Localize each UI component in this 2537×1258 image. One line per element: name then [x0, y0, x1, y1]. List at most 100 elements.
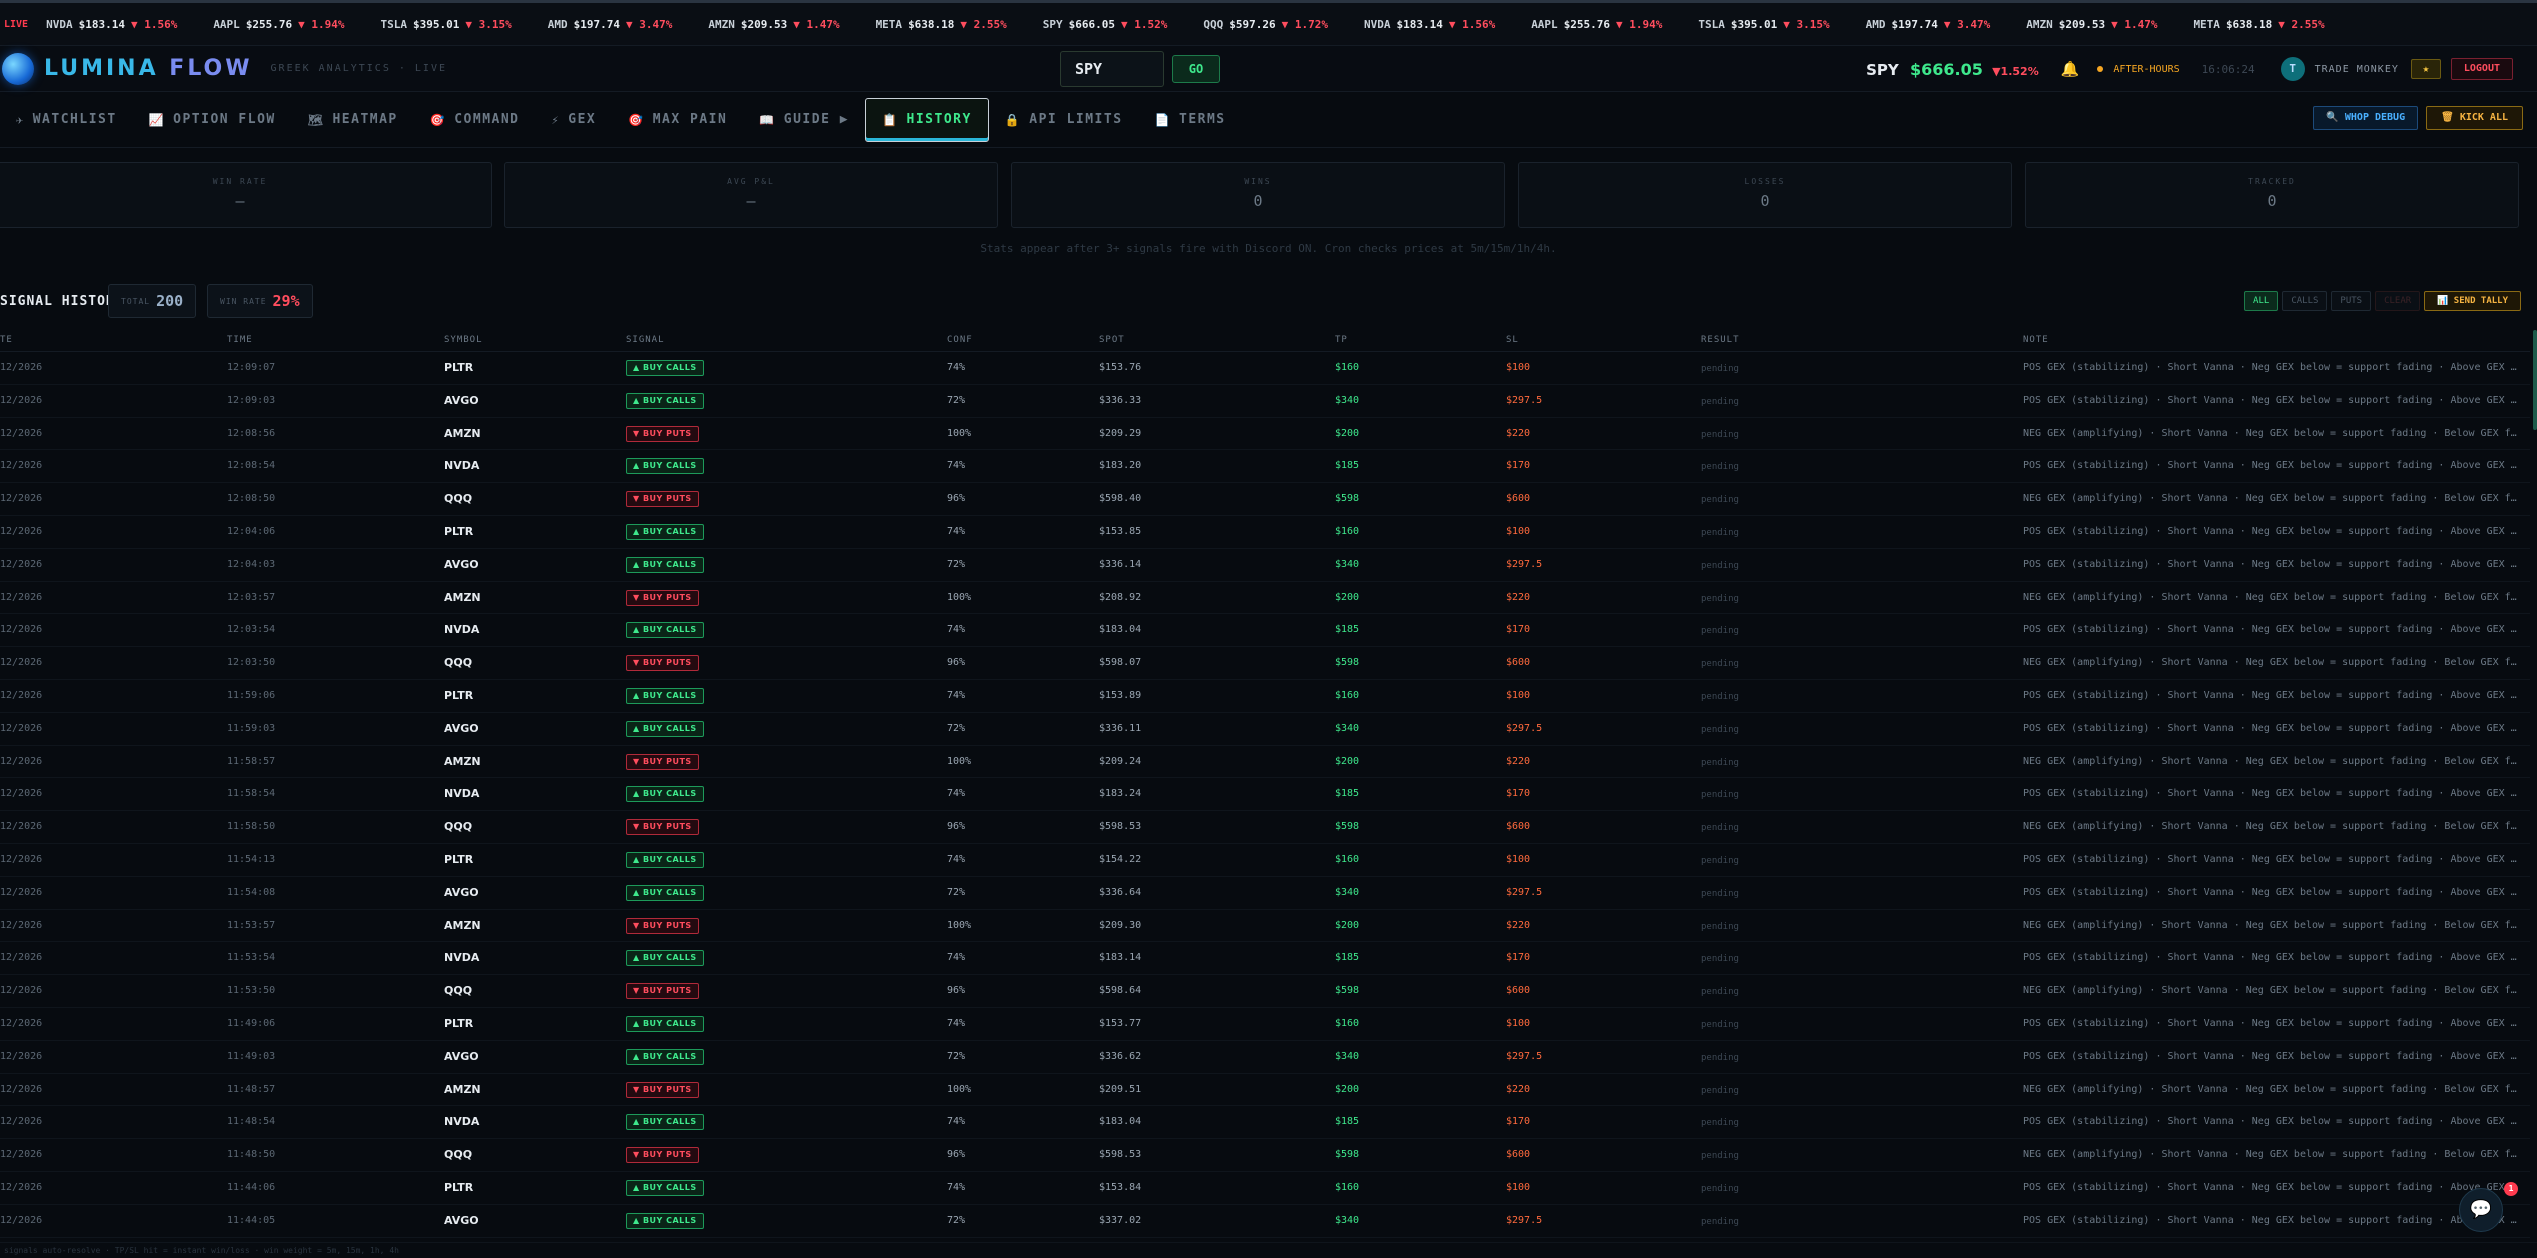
logout-button[interactable]: LOGOUT — [2450, 58, 2513, 80]
go-button[interactable]: GO — [1172, 55, 1220, 83]
table-row[interactable]: 12/2026 12:08:50 QQQ ▼ BUY PUTS 96% $598.40 $5… — [0, 483, 2530, 516]
chat-button[interactable]: 💬 — [2459, 1188, 2503, 1232]
tab-history[interactable]: 📋 HISTORY — [865, 97, 989, 142]
kick-all-button[interactable]: 🗑 KICK ALL — [2426, 106, 2523, 130]
table-row[interactable]: 12/2026 12:04:06 PLTR ▲ BUY CALLS 74% $153.85… — [0, 516, 2530, 549]
cell-spot: $209.24 — [1099, 755, 1142, 767]
table-row[interactable]: 12/2026 11:54:08 AVGO ▲ BUY CALLS 72% $336.64… — [0, 877, 2530, 910]
cell-tp: $340 — [1335, 558, 1360, 570]
ticker-symbol: NVDA — [1363, 17, 1391, 31]
table-row[interactable]: 12/2026 11:48:50 QQQ ▼ BUY PUTS 96% $598.53 $5… — [0, 1139, 2530, 1172]
cell-sl: $297.5 — [1506, 1050, 1543, 1062]
tab-gex[interactable]: ⚡ GEX — [536, 98, 613, 142]
table-row[interactable]: 12/2026 11:59:03 AVGO ▲ BUY CALLS 72% $336.11… — [0, 713, 2530, 746]
col-tp[interactable]: TP — [1335, 335, 1348, 345]
table-row[interactable]: 12/2026 11:54:13 PLTR ▲ BUY CALLS 74% $154.22… — [0, 844, 2530, 877]
table-row[interactable]: 12/2026 12:03:54 NVDA ▲ BUY CALLS 74% $183.04… — [0, 614, 2530, 648]
tab-max-pain[interactable]: 🎯 MAX PAIN — [612, 98, 743, 142]
col-result[interactable]: RESULT — [1701, 335, 1740, 345]
ticker-item[interactable]: AAPL $255.76 ▼ 1.94% — [1531, 18, 1662, 31]
table-row[interactable]: 12/2026 12:08:56 AMZN ▼ BUY PUTS 100% $209.29… — [0, 418, 2530, 451]
table-row[interactable]: 12/2026 12:03:50 QQQ ▼ BUY PUTS 96% $598.07 $5… — [0, 647, 2530, 680]
col-sl[interactable]: SL — [1506, 335, 1519, 345]
table-row[interactable]: 12/2026 11:58:57 AMZN ▼ BUY PUTS 100% $209.24… — [0, 746, 2530, 779]
ticker-item[interactable]: TSLA $395.01 ▼ 3.15% — [381, 18, 512, 31]
tab-guide[interactable]: 📖 GUIDE ▶ — [743, 98, 865, 142]
table-row[interactable]: 12/2026 12:09:07 PLTR ▲ BUY CALLS 74% $153.76… — [0, 352, 2530, 385]
ticker-price: $666.05 — [1068, 17, 1116, 31]
tab-api-limits[interactable]: 🔒 API LIMITS — [989, 98, 1139, 142]
col-signal[interactable]: SIGNAL — [626, 335, 665, 345]
ticker-change: ▼ 1.72% — [1281, 17, 1328, 31]
table-row[interactable]: 12/2026 12:09:03 AVGO ▲ BUY CALLS 72% $336.33… — [0, 385, 2530, 418]
col-time[interactable]: TIME — [227, 335, 253, 345]
table-row[interactable]: 12/2026 11:53:50 QQQ ▼ BUY PUTS 96% $598.64 $5… — [0, 975, 2530, 1008]
cell-spot: $598.40 — [1099, 493, 1142, 505]
ticker-price: $597.26 — [1229, 17, 1276, 31]
quote-price: $666.05 — [1909, 59, 1983, 79]
cell-time: 11:49:03 — [227, 1050, 276, 1062]
table-row[interactable]: 12/2026 11:53:57 AMZN ▼ BUY PUTS 100% $209.30… — [0, 910, 2530, 943]
ticker-item[interactable]: TSLA $395.01 ▼ 3.15% — [1698, 18, 1829, 31]
session-status: AFTER-HOURS — [2113, 63, 2180, 75]
ticker-item[interactable]: META $638.18 ▼ 2.55% — [2193, 18, 2324, 31]
scrollbar[interactable] — [2533, 330, 2537, 430]
bell-icon[interactable]: 🔔 — [2061, 60, 2080, 78]
tab-heatmap[interactable]: 🗺 HEATMAP — [292, 98, 414, 142]
table-row[interactable]: 12/2026 12:08:54 NVDA ▲ BUY CALLS 74% $183.20… — [0, 450, 2530, 484]
filter-puts-button[interactable]: PUTS — [2331, 291, 2372, 311]
ticker-item[interactable]: SPY $666.05 ▼ 1.52% — [1043, 18, 1168, 31]
ticker-item[interactable]: AMZN $209.53 ▼ 1.47% — [708, 18, 839, 31]
table-row[interactable]: 12/2026 11:53:54 NVDA ▲ BUY CALLS 74% $183.14… — [0, 942, 2530, 976]
cell-symbol: AVGO — [444, 1213, 479, 1227]
ticker-item[interactable]: META $638.18 ▼ 2.55% — [876, 18, 1007, 31]
col-conf[interactable]: CONF — [947, 335, 973, 345]
cell-tp: $200 — [1335, 591, 1360, 603]
cell-spot: $209.29 — [1099, 427, 1142, 439]
stat-value: 0 — [2267, 192, 2277, 210]
cell-date: 12/2026 — [0, 394, 43, 406]
whop-debug-button[interactable]: 🔍 WHOP DEBUG — [2313, 106, 2419, 130]
table-row[interactable]: 12/2026 11:44:05 AVGO ▲ BUY CALLS 72% $337.02… — [0, 1205, 2530, 1238]
send-tally-button[interactable]: 📊 SEND TALLY — [2424, 291, 2521, 311]
table-row[interactable]: 12/2026 11:48:57 AMZN ▼ BUY PUTS 100% $209.51… — [0, 1074, 2530, 1107]
ticker-symbol: TSLA — [1698, 17, 1725, 31]
cell-tp: $340 — [1335, 886, 1360, 898]
table-row[interactable]: 12/2026 11:49:03 AVGO ▲ BUY CALLS 72% $336.62… — [0, 1041, 2530, 1074]
ticker-item[interactable]: AMZN $209.53 ▼ 1.47% — [2026, 18, 2157, 31]
ticker-item[interactable]: AMD $197.74 ▼ 3.47% — [548, 18, 673, 31]
cell-note: POS GEX (stabilizing) · Short Vanna · Ne… — [2023, 394, 2518, 406]
cell-conf: 100% — [947, 591, 972, 603]
filter-all-button[interactable]: ALL — [2244, 291, 2279, 311]
col-spot[interactable]: SPOT — [1099, 335, 1125, 345]
table-row[interactable]: 12/2026 11:44:06 PLTR ▲ BUY CALLS 74% $153.84… — [0, 1172, 2530, 1205]
col-symbol[interactable]: SYMBOL — [444, 335, 483, 345]
symbol-search-input[interactable] — [1060, 51, 1164, 87]
ticker-item[interactable]: NVDA $183.14 ▼ 1.56% — [46, 18, 177, 31]
table-row[interactable]: 12/2026 11:48:54 NVDA ▲ BUY CALLS 74% $183.04… — [0, 1106, 2530, 1140]
table-row[interactable]: 12/2026 12:04:03 AVGO ▲ BUY CALLS 72% $336.14… — [0, 549, 2530, 582]
cell-result: pending — [1701, 856, 1739, 866]
ticker-item[interactable]: AMD $197.74 ▼ 3.47% — [1866, 18, 1991, 31]
tab-command[interactable]: 🎯 COMMAND — [414, 98, 536, 142]
tab-terms[interactable]: 📄 TERMS — [1139, 98, 1242, 142]
avatar[interactable]: T — [2280, 57, 2305, 81]
app-logo[interactable]: LUMINA FLOW — [44, 56, 253, 81]
tab-option-flow[interactable]: 📈 OPTION FLOW — [133, 98, 292, 142]
table-row[interactable]: 12/2026 11:59:06 PLTR ▲ BUY CALLS 74% $153.89… — [0, 680, 2530, 713]
col-note[interactable]: NOTE — [2023, 335, 2049, 345]
filter-calls-button[interactable]: CALLS — [2282, 291, 2328, 311]
cell-date: 12/2026 — [0, 755, 43, 767]
table-row[interactable]: 12/2026 11:58:50 QQQ ▼ BUY PUTS 96% $598.53 $5… — [0, 811, 2530, 844]
signal-badge: ▲ BUY CALLS — [626, 392, 704, 409]
table-row[interactable]: 12/2026 11:49:06 PLTR ▲ BUY CALLS 74% $153.77… — [0, 1008, 2530, 1041]
ticker-item[interactable]: QQQ $597.26 ▼ 1.72% — [1203, 18, 1328, 31]
ticker-item[interactable]: NVDA $183.14 ▼ 1.56% — [1364, 18, 1495, 31]
star-button[interactable]: ★ — [2410, 59, 2441, 79]
tab-watchlist[interactable]: ✈ WATCHLIST — [0, 98, 133, 142]
table-row[interactable]: 12/2026 11:58:54 NVDA ▲ BUY CALLS 74% $183.24… — [0, 778, 2530, 812]
col-date[interactable]: TE — [0, 335, 13, 345]
table-row[interactable]: 12/2026 12:03:57 AMZN ▼ BUY PUTS 100% $208.92… — [0, 582, 2530, 615]
ticker-item[interactable]: AAPL $255.76 ▼ 1.94% — [213, 18, 344, 31]
clear-button[interactable]: CLEAR — [2375, 291, 2421, 311]
